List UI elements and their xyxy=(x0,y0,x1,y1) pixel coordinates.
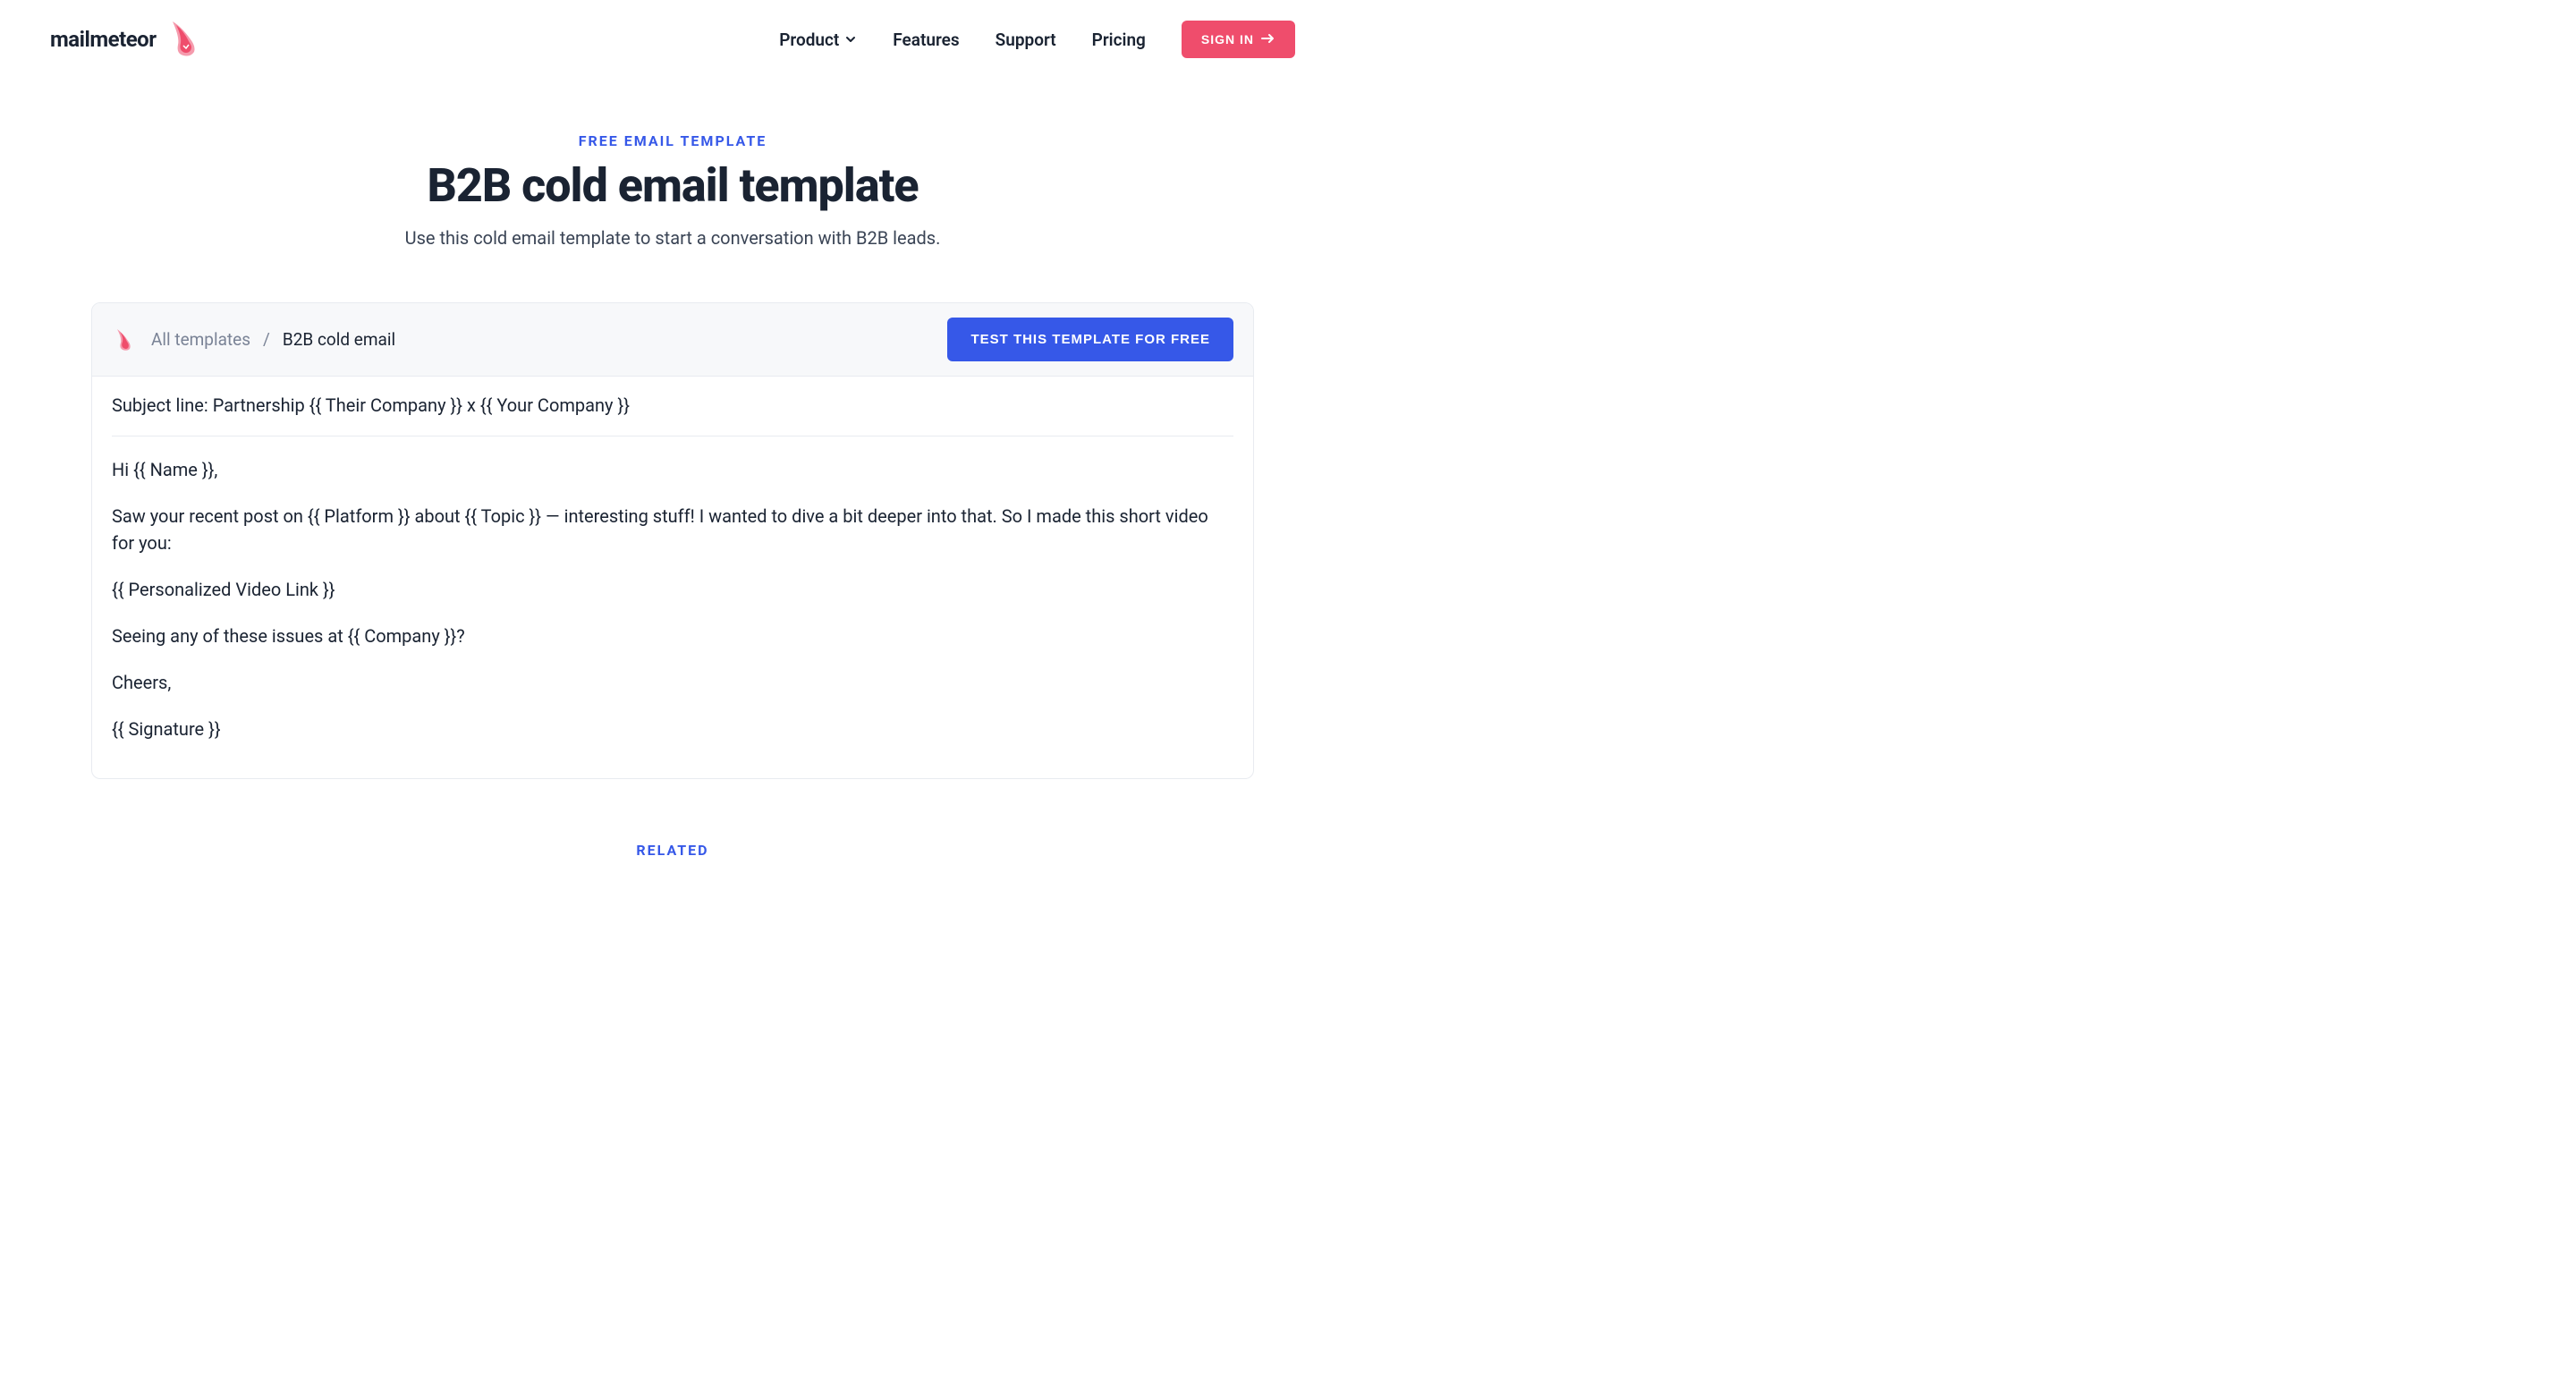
meteor-icon xyxy=(164,18,207,61)
arrow-right-icon xyxy=(1261,32,1275,47)
email-video-link: {{ Personalized Video Link }} xyxy=(112,576,1233,603)
breadcrumb-current: B2B cold email xyxy=(283,329,395,350)
nav-support[interactable]: Support xyxy=(996,30,1056,50)
nav-links: Product Features Support Pricing SIGN IN xyxy=(779,21,1295,58)
nav-product[interactable]: Product xyxy=(779,30,857,50)
email-signoff: Cheers, xyxy=(112,669,1233,696)
email-body: Hi {{ Name }}, Saw your recent post on {… xyxy=(112,456,1233,742)
signin-button[interactable]: SIGN IN xyxy=(1182,21,1295,58)
nav-product-label: Product xyxy=(779,30,839,50)
subject-label: Subject line: xyxy=(112,394,213,416)
card-header: All templates / B2B cold email TEST THIS… xyxy=(92,303,1253,377)
test-template-button[interactable]: TEST THIS TEMPLATE FOR FREE xyxy=(947,318,1233,361)
email-greeting: Hi {{ Name }}, xyxy=(112,456,1233,483)
template-card: All templates / B2B cold email TEST THIS… xyxy=(91,302,1254,779)
chevron-down-icon xyxy=(844,30,857,50)
signin-label: SIGN IN xyxy=(1201,32,1254,47)
breadcrumb-separator: / xyxy=(263,329,270,350)
nav-features[interactable]: Features xyxy=(893,30,959,50)
email-signature: {{ Signature }} xyxy=(112,716,1233,742)
related-label: RELATED xyxy=(0,842,1345,859)
related-section: RELATED xyxy=(0,842,1345,868)
breadcrumb: All templates / B2B cold email xyxy=(112,326,395,353)
email-para-4: Seeing any of these issues at {{ Company… xyxy=(112,623,1233,649)
hero: FREE EMAIL TEMPLATE B2B cold email templ… xyxy=(0,79,1345,284)
breadcrumb-all-templates[interactable]: All templates xyxy=(151,329,250,350)
meteor-small-icon xyxy=(112,326,139,353)
subject-line: Subject line: Partnership {{ Their Compa… xyxy=(112,394,1233,436)
eyebrow: FREE EMAIL TEMPLATE xyxy=(0,132,1345,149)
navbar: mailmeteor Product Features Support Pric… xyxy=(0,0,1345,79)
logo[interactable]: mailmeteor xyxy=(50,18,207,61)
page-title: B2B cold email template xyxy=(0,158,1345,213)
nav-pricing[interactable]: Pricing xyxy=(1092,30,1146,50)
subtitle: Use this cold email template to start a … xyxy=(0,227,1345,249)
logo-text: mailmeteor xyxy=(50,27,157,52)
card-body: Subject line: Partnership {{ Their Compa… xyxy=(92,377,1253,778)
email-para-2: Saw your recent post on {{ Platform }} a… xyxy=(112,503,1233,556)
subject-value: Partnership {{ Their Company }} x {{ You… xyxy=(213,394,630,416)
